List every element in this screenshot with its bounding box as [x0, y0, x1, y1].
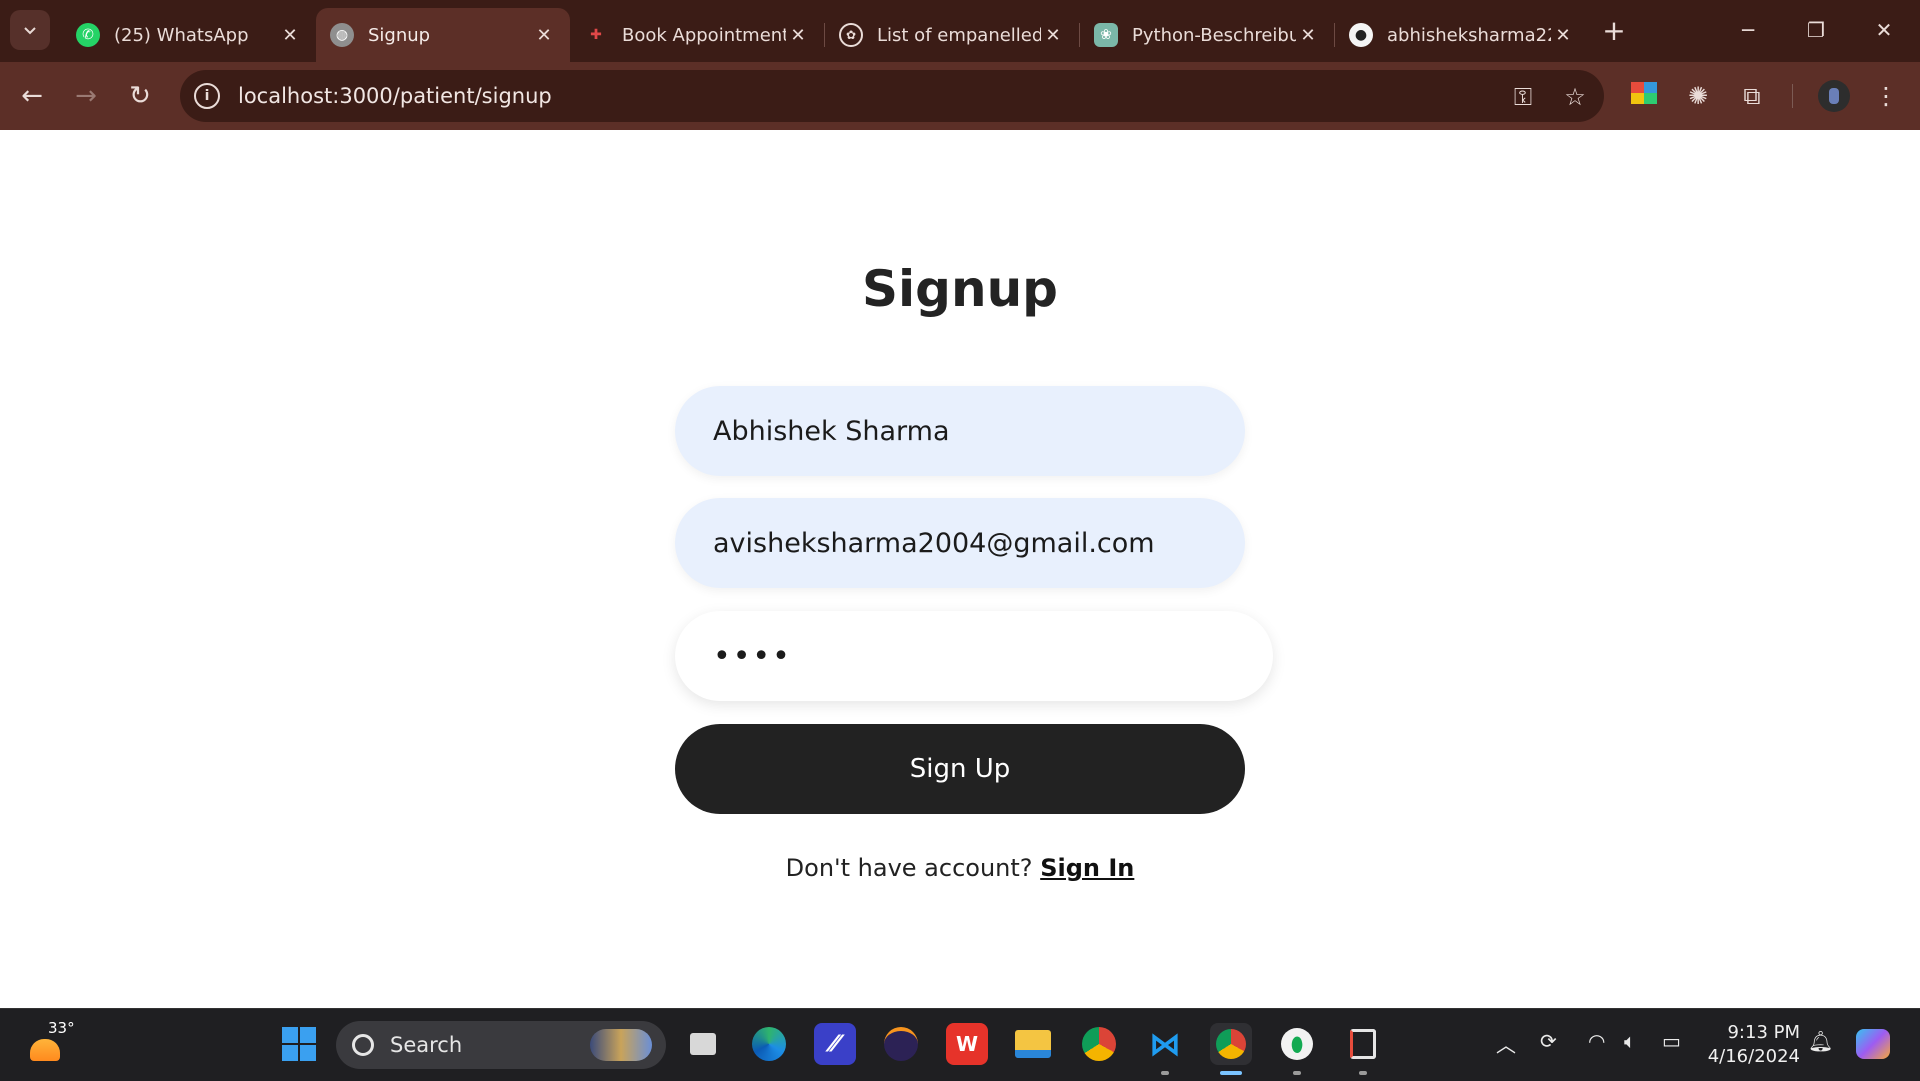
tab-book-appointment[interactable]: ✚ Book Appointment ✕ — [570, 8, 824, 62]
taskbar-search[interactable]: Search — [336, 1021, 666, 1069]
password-key-icon[interactable]: ⚿ — [1508, 82, 1538, 112]
running-indicator — [1293, 1071, 1301, 1075]
password-input-value: •••• — [713, 638, 792, 674]
chatgpt-icon: ❀ — [1094, 23, 1118, 47]
active-app-indicator — [1220, 1071, 1242, 1075]
address-bar[interactable]: i localhost:3000/patient/signup ⚿ ☆ — [180, 70, 1604, 122]
new-tab-button[interactable]: + — [1596, 14, 1632, 50]
extensions-puzzle-icon[interactable]: ⧉ — [1736, 80, 1768, 112]
start-button[interactable] — [278, 1023, 320, 1065]
menu-kebab-icon[interactable]: ⋮ — [1870, 80, 1902, 112]
running-indicator — [1161, 1071, 1169, 1075]
volume-icon[interactable]: 🔈︎ — [1624, 1029, 1636, 1053]
sync-icon[interactable]: ⟳ — [1540, 1029, 1557, 1053]
task-view-icon[interactable] — [682, 1023, 724, 1065]
page-title: Signup — [862, 260, 1058, 318]
close-icon[interactable]: ✕ — [786, 25, 810, 46]
tab-title: List of empanelled — [877, 24, 1041, 46]
switch-prompt: Don't have account? — [785, 854, 1033, 882]
restore-button[interactable]: ❐ — [1786, 10, 1846, 50]
password-input[interactable]: •••• — [675, 611, 1273, 701]
tab-title: (25) WhatsApp — [114, 24, 249, 46]
tab-github[interactable]: ● abhisheksharma22 ✕ — [1335, 8, 1589, 62]
wps-office-icon[interactable]: W — [946, 1023, 988, 1065]
windows-taskbar: 33° Search ⁄⁄ W ⋈ ⬮ ︿ ⟳ ◠ 🔈︎ ▭ 9:13 PM 4… — [0, 1008, 1920, 1081]
sign-up-button[interactable]: Sign Up — [675, 724, 1245, 814]
weather-sun-icon — [30, 1039, 60, 1061]
site-info-icon[interactable]: i — [194, 83, 220, 109]
extension-colorful-icon[interactable] — [1628, 80, 1660, 112]
browser-toolbar: ← → ↻ i localhost:3000/patient/signup ⚿ … — [0, 62, 1920, 130]
whatsapp-icon: ✆ — [76, 23, 100, 47]
reload-button[interactable]: ↻ — [120, 76, 160, 116]
minimize-button[interactable]: ─ — [1718, 10, 1778, 50]
tab-title: abhisheksharma22 — [1387, 24, 1551, 46]
tab-signup[interactable]: ◍ Signup ✕ — [316, 8, 570, 62]
edge-icon[interactable] — [748, 1023, 790, 1065]
avatar-figure-icon — [1829, 88, 1839, 104]
vscode-icon[interactable]: ⋈ — [1144, 1023, 1186, 1065]
close-icon[interactable]: ✕ — [1296, 25, 1320, 46]
close-icon[interactable]: ✕ — [532, 25, 556, 46]
toolbar-divider — [1792, 84, 1793, 108]
running-indicator — [1359, 1071, 1367, 1075]
name-input[interactable]: Abhishek Sharma — [675, 386, 1245, 476]
clock-time: 9:13 PM — [1727, 1022, 1800, 1043]
clock[interactable]: 9:13 PM 4/16/2024 — [1700, 1021, 1800, 1069]
chevron-down-icon — [24, 27, 36, 35]
editor-app-icon[interactable]: ⁄⁄ — [814, 1023, 856, 1065]
appointment-icon: ✚ — [590, 27, 602, 43]
tab-whatsapp[interactable]: ✆ (25) WhatsApp ✕ — [62, 8, 316, 62]
forward-button[interactable]: → — [66, 76, 106, 116]
globe-icon: ◍ — [330, 23, 354, 47]
close-icon[interactable]: ✕ — [278, 25, 302, 46]
profile-avatar[interactable] — [1818, 80, 1850, 112]
copilot-icon[interactable] — [1852, 1023, 1894, 1065]
tab-empanelled-list[interactable]: ✿ List of empanelled ✕ — [825, 8, 1079, 62]
wifi-icon[interactable]: ◠ — [1588, 1029, 1605, 1053]
back-button[interactable]: ← — [12, 76, 52, 116]
palette-icon — [1631, 82, 1657, 104]
cookie-extension-icon[interactable]: ✺ — [1682, 80, 1714, 112]
tab-strip: ✆ (25) WhatsApp ✕ ◍ Signup ✕ ✚ Book Appo… — [0, 0, 1920, 62]
weather-widget[interactable]: 33° — [24, 1019, 84, 1071]
snipping-tool-icon[interactable] — [1342, 1023, 1384, 1065]
email-input-value: avisheksharma2004@gmail.com — [713, 527, 1155, 559]
bookmark-star-icon[interactable]: ☆ — [1560, 82, 1590, 112]
show-hidden-icons-chevron-icon[interactable]: ︿ — [1496, 1029, 1516, 1058]
battery-icon[interactable]: ▭ — [1662, 1029, 1681, 1053]
name-input-value: Abhishek Sharma — [713, 415, 950, 447]
tab-title: Book Appointment — [622, 24, 786, 46]
chrome-icon[interactable] — [1078, 1023, 1120, 1065]
tab-title: Python-Beschreibung — [1132, 24, 1296, 46]
close-icon[interactable]: ✕ — [1551, 25, 1575, 46]
tabs: ✆ (25) WhatsApp ✕ ◍ Signup ✕ ✚ Book Appo… — [62, 8, 1589, 62]
github-icon: ● — [1349, 23, 1373, 47]
search-label: Search — [390, 1033, 463, 1057]
tab-python[interactable]: ❀ Python-Beschreibung ✕ — [1080, 8, 1334, 62]
chrome-profile-icon[interactable] — [1210, 1023, 1252, 1065]
tab-title: Signup — [368, 24, 431, 46]
search-icon — [352, 1034, 374, 1056]
notification-bell-icon[interactable]: 🔔︎ — [1808, 1029, 1833, 1053]
sign-up-button-label: Sign Up — [909, 754, 1011, 784]
email-input[interactable]: avisheksharma2004@gmail.com — [675, 498, 1245, 588]
emblem-icon: ✿ — [839, 23, 863, 47]
eclipse-icon[interactable] — [880, 1023, 922, 1065]
clock-date: 4/16/2024 — [1707, 1046, 1800, 1067]
temperature: 33° — [48, 1019, 75, 1037]
mongodb-compass-icon[interactable]: ⬮ — [1276, 1023, 1318, 1065]
search-highlight-image — [590, 1029, 652, 1061]
close-window-button[interactable]: ✕ — [1854, 10, 1914, 50]
windows-logo-icon — [282, 1027, 316, 1061]
sign-in-link[interactable]: Sign In — [1040, 854, 1134, 882]
signup-page: Signup Abhishek Sharma avisheksharma2004… — [0, 130, 1920, 1008]
account-switch-line: Don't have account? Sign In — [0, 854, 1920, 882]
file-explorer-icon[interactable] — [1012, 1023, 1054, 1065]
url-text[interactable]: localhost:3000/patient/signup — [238, 84, 552, 108]
close-icon[interactable]: ✕ — [1041, 25, 1065, 46]
tab-search-button[interactable] — [10, 10, 50, 50]
